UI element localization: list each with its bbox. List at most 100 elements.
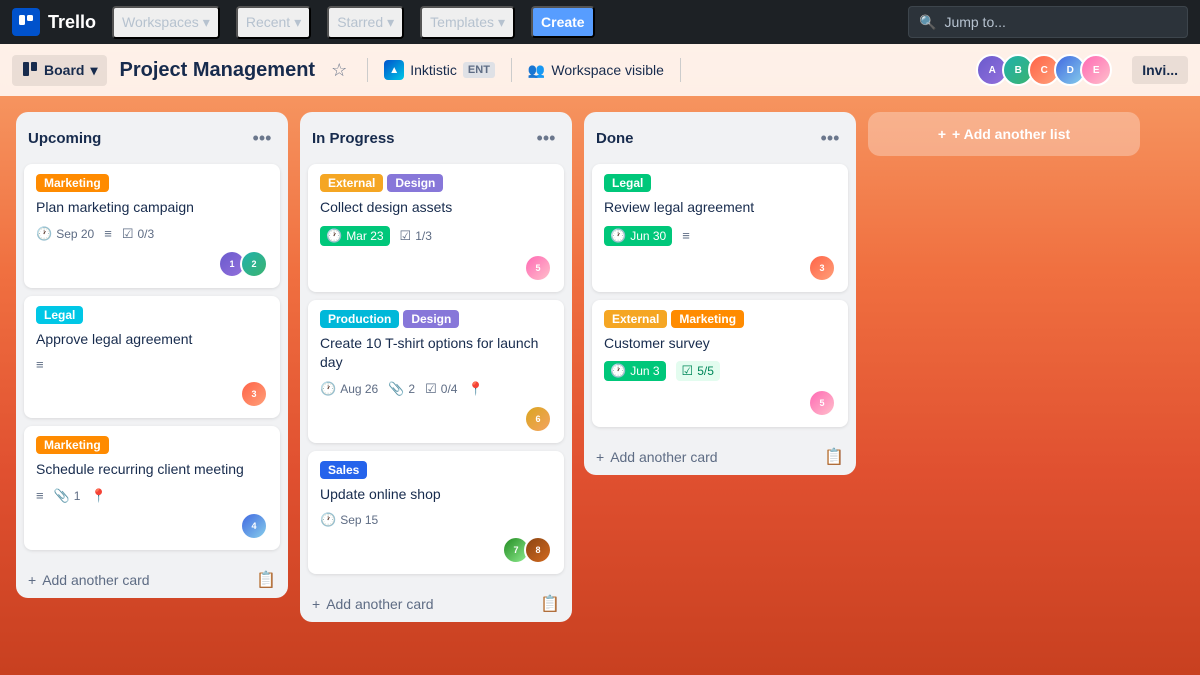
board-header: Board ▾ Project Management ☆ ▲ Inktistic… xyxy=(0,44,1200,96)
card-tags: Sales xyxy=(320,461,552,479)
plus-icon: + xyxy=(28,572,36,588)
column-upcoming: Upcoming••• Marketing Plan marketing campa… xyxy=(16,112,288,598)
card-avatar[interactable]: 2 xyxy=(240,250,268,278)
card[interactable]: LegalApprove legal agreement≡3 xyxy=(24,296,280,419)
column-header: Upcoming••• xyxy=(16,112,288,160)
card-tag: Design xyxy=(403,310,459,328)
card-meta: ≡📎1📍 xyxy=(36,488,268,504)
card[interactable]: ExternalMarketingCustomer survey🕐Jun 3☑5… xyxy=(592,300,848,428)
card-avatar[interactable]: 3 xyxy=(808,254,836,282)
meta-icon: 🕐 xyxy=(36,226,52,242)
create-nav-item[interactable]: Create xyxy=(531,6,595,38)
card-tags: Marketing xyxy=(36,436,268,454)
top-nav: Trello Workspaces ▾ Recent ▾ Starred ▾ T… xyxy=(0,0,1200,44)
card-avatar[interactable]: 4 xyxy=(240,512,268,540)
meta-date-green: 🕐Jun 30 xyxy=(604,226,672,246)
card[interactable]: SalesUpdate online shop🕐Sep 1578 xyxy=(308,451,564,575)
card-meta: 🕐Mar 23☑1/3 xyxy=(320,226,552,246)
card-avatars: 5 xyxy=(808,389,836,417)
card-template-icon: 📋 xyxy=(256,570,276,590)
card-tags: Marketing xyxy=(36,174,268,192)
card-avatar[interactable]: 5 xyxy=(524,254,552,282)
search-bar[interactable]: 🔍 Jump to... xyxy=(908,6,1188,38)
meta-description: ≡ xyxy=(36,488,44,503)
meta-value: 1 xyxy=(74,489,81,503)
meta-icon: 🕐 xyxy=(610,228,626,244)
meta-checklist: ☑1/3 xyxy=(400,228,432,244)
board-title: Project Management xyxy=(119,59,315,82)
eye-icon: 👥 xyxy=(528,62,545,79)
card-tags: ExternalDesign xyxy=(320,174,552,192)
card-meta: 🕐Jun 30 ≡ xyxy=(604,226,836,246)
card[interactable]: ExternalDesign Collect design assets 🕐Mar … xyxy=(308,164,564,292)
card-tags: ProductionDesign xyxy=(320,310,552,328)
board-view-button[interactable]: Board ▾ xyxy=(12,55,107,86)
meta-value: 0/3 xyxy=(137,227,154,241)
ent-badge: ENT xyxy=(463,62,495,78)
meta-icon: ≡ xyxy=(36,488,44,503)
card-avatars: 6 xyxy=(524,405,552,433)
meta-icon: ≡ xyxy=(682,228,690,243)
card-title: Plan marketing campaign xyxy=(36,198,268,218)
meta-icon: ≡ xyxy=(104,226,112,241)
recent-nav-item[interactable]: Recent ▾ xyxy=(236,6,311,39)
divider2 xyxy=(511,58,512,82)
column-menu-button[interactable]: ••• xyxy=(816,124,844,152)
star-button[interactable]: ☆ xyxy=(327,56,351,85)
card-tag: Legal xyxy=(36,306,83,324)
meta-date: 🕐Sep 20 xyxy=(36,226,94,242)
card[interactable]: Marketing Plan marketing campaign 🕐Sep 20 ≡… xyxy=(24,164,280,288)
card-tag: External xyxy=(604,310,667,328)
add-card-button[interactable]: +Add another card📋 xyxy=(300,586,572,622)
cards-container: ExternalDesignCollect design assets🕐Mar … xyxy=(300,160,572,586)
chevron-icon: ▾ xyxy=(294,14,301,31)
meta-description: ≡ xyxy=(104,226,112,241)
column-menu-button[interactable]: ••• xyxy=(248,124,276,152)
card-avatars: 3 xyxy=(240,380,268,408)
workspaces-nav-item[interactable]: Workspaces ▾ xyxy=(112,6,220,39)
workspace-icon: ▲ xyxy=(384,60,404,80)
meta-icon: 🕐 xyxy=(610,363,626,379)
divider3 xyxy=(680,58,681,82)
meta-checklist-green: ☑5/5 xyxy=(676,361,720,381)
invite-button[interactable]: Invi... xyxy=(1132,56,1188,84)
workspace-tag[interactable]: ▲ Inktistic ENT xyxy=(384,60,495,80)
board-content: Upcoming••• Marketing Plan marketing campa… xyxy=(0,96,1200,675)
card-tag: External xyxy=(320,174,383,192)
card[interactable]: ProductionDesignCreate 10 T-shirt option… xyxy=(308,300,564,443)
column-title: In Progress xyxy=(312,130,395,147)
meta-icon: 📎 xyxy=(388,381,404,397)
card-title: Update online shop xyxy=(320,485,552,505)
card-title: Approve legal agreement xyxy=(36,330,268,350)
meta-value: 1/3 xyxy=(415,229,432,243)
meta-icon: ☑ xyxy=(682,363,694,379)
card[interactable]: MarketingSchedule recurring client meeti… xyxy=(24,426,280,550)
visibility-tag[interactable]: 👥 Workspace visible xyxy=(528,62,664,79)
card-avatars: 5 xyxy=(524,254,552,282)
starred-nav-item[interactable]: Starred ▾ xyxy=(327,6,404,39)
card-avatar[interactable]: 8 xyxy=(524,536,552,564)
trello-logo[interactable]: Trello xyxy=(12,8,96,36)
plus-icon: + xyxy=(596,449,604,465)
search-icon: 🔍 xyxy=(919,14,936,31)
avatar[interactable]: E xyxy=(1080,54,1112,86)
add-column-button[interactable]: ++ Add another list xyxy=(868,112,1140,156)
add-card-button[interactable]: +Add another card📋 xyxy=(584,439,856,475)
card-template-icon: 📋 xyxy=(540,594,560,614)
card-avatar[interactable]: 6 xyxy=(524,405,552,433)
add-card-label: Add another card xyxy=(42,572,149,588)
meta-date: 🕐Sep 15 xyxy=(320,512,378,528)
add-card-button[interactable]: + Add another card 📋 xyxy=(16,562,288,598)
column-title: Done xyxy=(596,130,634,147)
meta-icon: 🕐 xyxy=(326,228,342,244)
card-avatar[interactable]: 5 xyxy=(808,389,836,417)
card[interactable]: LegalReview legal agreement🕐Jun 30≡3 xyxy=(592,164,848,292)
templates-nav-item[interactable]: Templates ▾ xyxy=(420,6,515,39)
chevron-down-icon: ▾ xyxy=(90,62,97,79)
card-title: Collect design assets xyxy=(320,198,552,218)
column-menu-button[interactable]: ••• xyxy=(532,124,560,152)
card-footer: 5 xyxy=(320,254,552,282)
meta-icon: 🕐 xyxy=(320,381,336,397)
card-footer: 5 xyxy=(604,389,836,417)
card-avatar[interactable]: 3 xyxy=(240,380,268,408)
